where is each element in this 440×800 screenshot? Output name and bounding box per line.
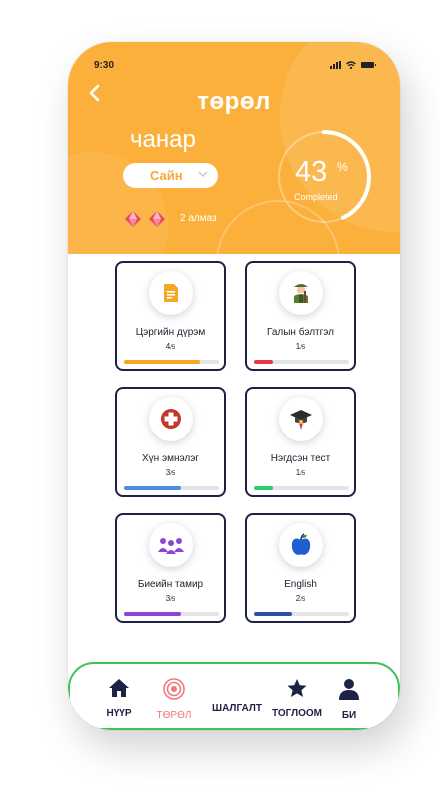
phone-screen: 9:30 төрөл чанар Сайн 2 алмаз 43 % Compl… bbox=[68, 42, 400, 730]
category-progress-text: 3/5 bbox=[165, 468, 176, 477]
quality-dropdown[interactable]: Сайн bbox=[123, 163, 218, 188]
category-card-physical-training[interactable]: Биеийн тамир 3/5 bbox=[115, 513, 226, 623]
category-progress-text: 2/5 bbox=[295, 594, 306, 603]
nav-label: БИ bbox=[341, 710, 357, 721]
category-name: English bbox=[284, 579, 317, 590]
diamond-icon bbox=[125, 211, 141, 227]
category-progress-text: 3/5 bbox=[165, 594, 176, 603]
category-progress-bar bbox=[254, 486, 349, 490]
graduation-cap-icon bbox=[290, 410, 312, 430]
progress-value: 43 bbox=[295, 156, 328, 188]
category-name: Цэргийн дүрэм bbox=[135, 327, 206, 338]
category-progress-bar bbox=[254, 360, 349, 364]
status-time: 9:30 bbox=[94, 60, 115, 71]
category-card-english[interactable]: English 2/5 bbox=[245, 513, 356, 623]
gems-count: 2 алмаз bbox=[180, 213, 217, 224]
gems-row bbox=[124, 210, 166, 228]
category-progress-text: 4/5 bbox=[165, 342, 176, 351]
category-progress-bar bbox=[124, 612, 219, 616]
chevron-down-icon bbox=[198, 171, 208, 177]
document-icon bbox=[164, 284, 178, 302]
signal-icon bbox=[330, 61, 341, 69]
user-icon bbox=[339, 679, 359, 700]
progress-label: Completed bbox=[294, 192, 338, 202]
status-bar: 9:30 bbox=[94, 60, 376, 74]
category-name: Нэгдсэн тест bbox=[270, 453, 331, 464]
nav-label: ШАЛГАЛТ bbox=[212, 703, 262, 714]
nav-profile[interactable]: БИ bbox=[336, 678, 362, 721]
bottom-navigation: НҮҮР ТӨРӨЛ ШАЛГАЛТ ТОГЛООМ БИ bbox=[68, 662, 400, 730]
category-card-fire-training[interactable]: Галын бэлтгэл 1/5 bbox=[245, 261, 356, 371]
wifi-icon bbox=[346, 61, 356, 69]
category-progress-bar bbox=[124, 486, 219, 490]
category-card-first-aid[interactable]: Хүн эмнэлэг 3/5 bbox=[115, 387, 226, 497]
category-progress-bar bbox=[124, 360, 219, 364]
nav-exam[interactable]: ШАЛГАЛТ bbox=[212, 678, 262, 714]
medical-cross-icon bbox=[161, 409, 181, 429]
soldier-icon bbox=[294, 284, 308, 303]
battery-icon bbox=[361, 62, 376, 68]
target-icon bbox=[163, 678, 185, 700]
progress-percent-symbol: % bbox=[337, 160, 348, 174]
category-name: Биеийн тамир bbox=[137, 579, 204, 590]
home-icon bbox=[109, 679, 129, 697]
nav-label: ТОГЛООМ bbox=[272, 708, 322, 719]
page-title: төрөл bbox=[197, 88, 271, 115]
diamond-icon bbox=[149, 211, 165, 227]
nav-label: НҮҮР bbox=[106, 708, 132, 719]
category-name: Хүн эмнэлэг bbox=[142, 453, 199, 464]
header-panel: 9:30 төрөл чанар Сайн 2 алмаз 43 % Compl… bbox=[68, 42, 400, 254]
category-progress-text: 1/5 bbox=[295, 468, 306, 477]
category-progress-text: 1/5 bbox=[295, 342, 306, 351]
nav-home[interactable]: НҮҮР bbox=[102, 678, 136, 719]
apple-icon bbox=[291, 533, 311, 555]
category-name: Галын бэлтгэл bbox=[266, 327, 335, 338]
category-progress-bar bbox=[254, 612, 349, 616]
quality-label: чанар bbox=[130, 126, 196, 153]
star-icon bbox=[287, 679, 307, 697]
group-icon bbox=[158, 538, 184, 554]
nav-games[interactable]: ТОГЛООМ bbox=[269, 678, 325, 719]
nav-categories[interactable]: ТӨРӨЛ bbox=[154, 678, 194, 721]
dropdown-value: Сайн bbox=[150, 168, 183, 183]
category-card-combined-test[interactable]: Нэгдсэн тест 1/5 bbox=[245, 387, 356, 497]
category-card-military-rules[interactable]: Цэргийн дүрэм 4/5 bbox=[115, 261, 226, 371]
nav-label: ТӨРӨЛ bbox=[156, 710, 192, 721]
